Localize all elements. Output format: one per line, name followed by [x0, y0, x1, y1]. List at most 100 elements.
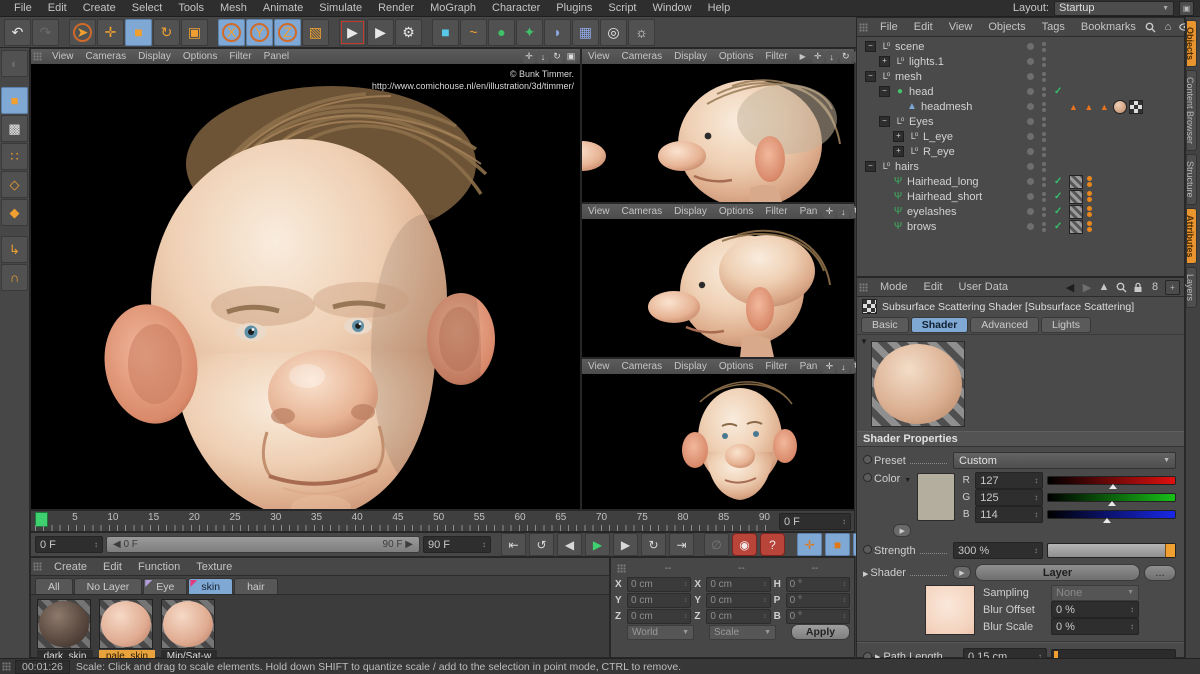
mat-menu-texture[interactable]: Texture — [188, 561, 240, 573]
editor-visibility-dot[interactable] — [1027, 148, 1034, 155]
vp-menu-cameras[interactable]: Cameras — [616, 206, 669, 217]
enabled-check-icon[interactable]: ✓ — [1054, 191, 1062, 202]
menu-overflow-icon[interactable]: ▶ — [794, 52, 812, 61]
rotate-tool-button[interactable]: ↻ — [153, 19, 180, 46]
tree-item-mesh[interactable]: − L⁰ mesh — [857, 69, 1184, 84]
render-visibility-dots[interactable] — [1042, 177, 1046, 187]
x-axis-lock-button[interactable]: X — [218, 19, 245, 46]
expand-triangle-icon[interactable]: ▶ — [863, 570, 868, 578]
size-z-field[interactable]: 0 cm↕ — [706, 609, 770, 624]
viewport-dolly-icon[interactable]: ↓ — [826, 51, 838, 63]
viewport-dolly-icon[interactable]: ↓ — [537, 51, 549, 63]
vp-menu-filter[interactable]: Filter — [223, 51, 257, 62]
render-visibility-dots[interactable] — [1042, 42, 1046, 52]
color-swatch[interactable] — [917, 473, 955, 521]
frame-ruler[interactable]: 0 5 10 15 20 25 30 35 40 45 50 55 60 65 … — [35, 512, 772, 531]
add-environment-button[interactable]: ▦ — [572, 19, 599, 46]
menu-select[interactable]: Select — [124, 2, 171, 14]
editor-visibility-dot[interactable] — [1027, 223, 1034, 230]
apply-button[interactable]: Apply — [791, 624, 850, 640]
object-name[interactable]: lights.1 — [909, 56, 944, 68]
stepper-icon[interactable]: ↕ — [842, 517, 846, 526]
om-menu-tags[interactable]: Tags — [1034, 21, 1073, 33]
hair-tag-dots[interactable] — [1087, 221, 1092, 232]
render-visibility-dots[interactable] — [1042, 147, 1046, 157]
snap-button[interactable]: ∩ — [1, 264, 28, 291]
menu-render[interactable]: Render — [370, 2, 422, 14]
play-button[interactable]: ▶ — [585, 533, 610, 556]
history-list-icon[interactable]: 8 — [1148, 280, 1162, 294]
stepper-icon[interactable]: ↕ — [763, 581, 767, 588]
layer-tab-nolayer[interactable]: No Layer — [74, 578, 143, 594]
vp-menu-view[interactable]: View — [582, 51, 616, 62]
tree-item-headmesh[interactable]: ▲ headmesh ▲ ▲ ▲ — [857, 99, 1184, 114]
menu-plugins[interactable]: Plugins — [548, 2, 600, 14]
menu-script[interactable]: Script — [600, 2, 644, 14]
preset-dropdown[interactable]: Custom ▼ — [953, 452, 1176, 469]
render-visibility-dots[interactable] — [1042, 57, 1046, 67]
viewport-render[interactable] — [582, 219, 854, 357]
render-visibility-dots[interactable] — [1042, 222, 1046, 232]
goto-start-button[interactable]: ⇤ — [501, 533, 526, 556]
render-visibility-dots[interactable] — [1042, 87, 1046, 97]
tab-basic[interactable]: Basic — [861, 317, 909, 333]
add-camera-button[interactable]: ◎ — [600, 19, 627, 46]
redo-button[interactable]: ↷ — [32, 19, 59, 46]
object-name[interactable]: brows — [907, 221, 936, 233]
menu-tools[interactable]: Tools — [170, 2, 212, 14]
panel-grip[interactable] — [859, 283, 868, 292]
layer-tab-eye[interactable]: Eye — [143, 578, 187, 594]
enabled-check-icon[interactable]: ✓ — [1054, 176, 1062, 187]
vp-menu-view[interactable]: View — [582, 206, 616, 217]
menu-mesh[interactable]: Mesh — [212, 2, 255, 14]
hair-material-tag-icon[interactable] — [1069, 220, 1083, 234]
add-field-button[interactable]: ◗ — [544, 19, 571, 46]
panel-grip[interactable] — [33, 562, 42, 571]
coord-system-dropdown[interactable]: World▼ — [627, 625, 694, 640]
viewport-pan-icon[interactable]: ✛ — [823, 206, 835, 218]
menu-help[interactable]: Help — [700, 2, 739, 14]
render-visibility-dots[interactable] — [1042, 162, 1046, 172]
editor-visibility-dot[interactable] — [1027, 88, 1034, 95]
parent-object-icon[interactable]: ▲ — [1097, 280, 1111, 294]
rot-p-field[interactable]: 0 °↕ — [786, 593, 850, 608]
vp-menu-display[interactable]: Display — [132, 51, 177, 62]
texture-mode-button[interactable]: ▩ — [1, 115, 28, 142]
viewport-mid-right[interactable]: View Cameras Display Options Filter Pan … — [581, 203, 855, 358]
current-frame-field[interactable]: 0 F ↕ — [779, 513, 851, 530]
blur-offset-field[interactable]: 0 %↕ — [1051, 601, 1139, 618]
viewport-perspective[interactable]: View Cameras Display Options Filter Pane… — [30, 48, 581, 510]
vp-menu-pan[interactable]: Pan — [794, 361, 824, 372]
stepper-icon[interactable]: ↕ — [1034, 546, 1038, 555]
menu-character[interactable]: Character — [484, 2, 548, 14]
collapse-triangle-icon[interactable]: ▼ — [904, 477, 911, 484]
home-icon[interactable]: ⌂ — [1161, 20, 1175, 34]
history-forward-icon[interactable]: ▶ — [1080, 280, 1094, 294]
expander[interactable]: − — [879, 116, 890, 127]
polygons-mode-button[interactable]: ◆ — [1, 199, 28, 226]
slider-handle[interactable] — [1109, 484, 1117, 489]
tree-item-l-eye[interactable]: + L⁰ L_eye — [857, 129, 1184, 144]
panel-grip[interactable] — [859, 23, 868, 32]
tree-item-hairs[interactable]: − L⁰ hairs — [857, 159, 1184, 174]
axis-mode-button[interactable]: ↳ — [1, 236, 28, 263]
material-thumbnail[interactable] — [161, 599, 215, 649]
scale-mode-dropdown[interactable]: Scale▼ — [709, 625, 776, 640]
add-spline-button[interactable]: ~ — [460, 19, 487, 46]
render-visibility-dots[interactable] — [1042, 192, 1046, 202]
viewport-pan-icon[interactable]: ✛ — [812, 51, 824, 63]
render-view-button[interactable]: ▶ — [339, 19, 366, 46]
om-menu-view[interactable]: View — [941, 21, 981, 33]
viewport-dolly-icon[interactable]: ↓ — [837, 361, 849, 373]
render-settings-button[interactable]: ⚙ — [395, 19, 422, 46]
vp-menu-filter[interactable]: Filter — [759, 361, 793, 372]
vp-menu-display[interactable]: Display — [668, 361, 713, 372]
mat-menu-edit[interactable]: Edit — [95, 561, 130, 573]
expander[interactable]: − — [865, 161, 876, 172]
strength-slider[interactable] — [1047, 543, 1176, 558]
vp-menu-pan[interactable]: Pan — [794, 206, 824, 217]
expander[interactable]: + — [879, 56, 890, 67]
layer-tab-all[interactable]: All — [35, 578, 73, 594]
coordinate-system-button[interactable]: ▧ — [302, 19, 329, 46]
object-name[interactable]: L_eye — [923, 131, 953, 143]
